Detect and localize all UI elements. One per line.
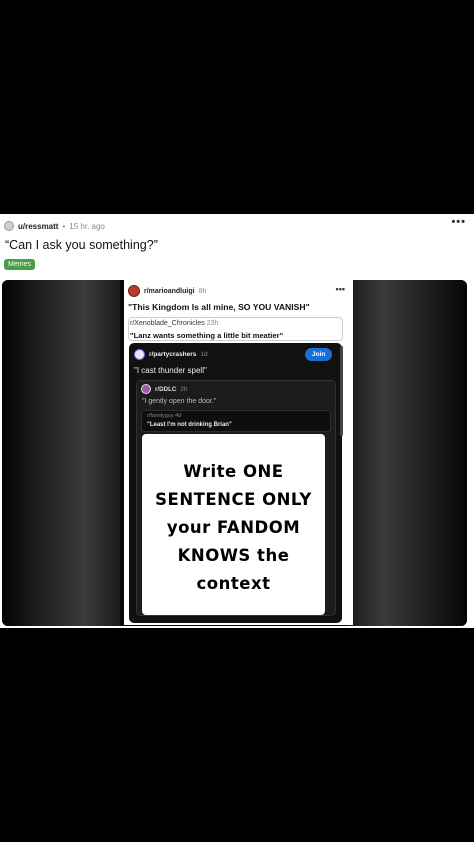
inner-title: "I cast thunder spell" [134,366,207,375]
scrollbar [340,346,343,436]
inner2-header: r/DDLC 2h [141,384,187,394]
subreddit-icon [134,349,145,360]
inner-subreddit: r/partycrashers [149,351,197,358]
post-time: 15 hr. ago [69,221,105,231]
post-header: u/ressmatt • 15 hr. ago [4,219,105,233]
join-button: Join [305,348,333,361]
post-title[interactable]: “Can I ask you something?” [5,238,158,252]
quote2-header: r/familyguy 4d [147,413,181,419]
media-blur-right [349,280,467,626]
inner2-time: 2h [180,385,188,393]
inner2-subreddit: r/DDLC [155,385,177,393]
embedded-screenshot[interactable]: r/marioandluigi 8h ••• "This Kingdom Is … [124,280,353,625]
post-username[interactable]: u/ressmatt [18,222,58,231]
quote1-time: 23h [206,320,219,327]
more-options-button[interactable]: ••• [451,216,466,228]
outer-post-header: r/marioandluigi 8h [128,285,206,297]
quote1-subreddit: r/Xenoblade_Chronicles [130,320,205,327]
quote2-subreddit: r/familyguy [147,413,174,419]
outer-time: 8h [198,287,207,295]
subreddit-icon [128,285,140,297]
quote1-header: r/Xenoblade_Chronicles 23h [130,320,218,327]
inner-time: 1d [200,351,208,358]
subreddit-icon [141,384,151,394]
outer-title: "This Kingdom Is all mine, SO YOU VANISH… [128,302,310,312]
media-blur-left [2,280,120,626]
post-flair[interactable]: Memes [4,259,35,270]
user-avatar[interactable] [4,221,14,231]
inner2-title: "I gently open the door." [142,398,217,405]
quote1-title: "Lanz wants something a little bit meati… [130,331,284,340]
inner-post-header: r/partycrashers 1d [134,349,208,360]
quote2-title: "Least I'm not drinking Brian" [147,422,232,428]
outer-more-icon: ••• [335,284,345,294]
meme-prompt-text: Write ONE SENTENCE ONLY your FANDOM KNOW… [155,462,312,593]
outer-subreddit: r/marioandluigi [144,287,195,295]
quote2-time: 4d [175,413,182,419]
separator-dot: • [62,221,66,231]
